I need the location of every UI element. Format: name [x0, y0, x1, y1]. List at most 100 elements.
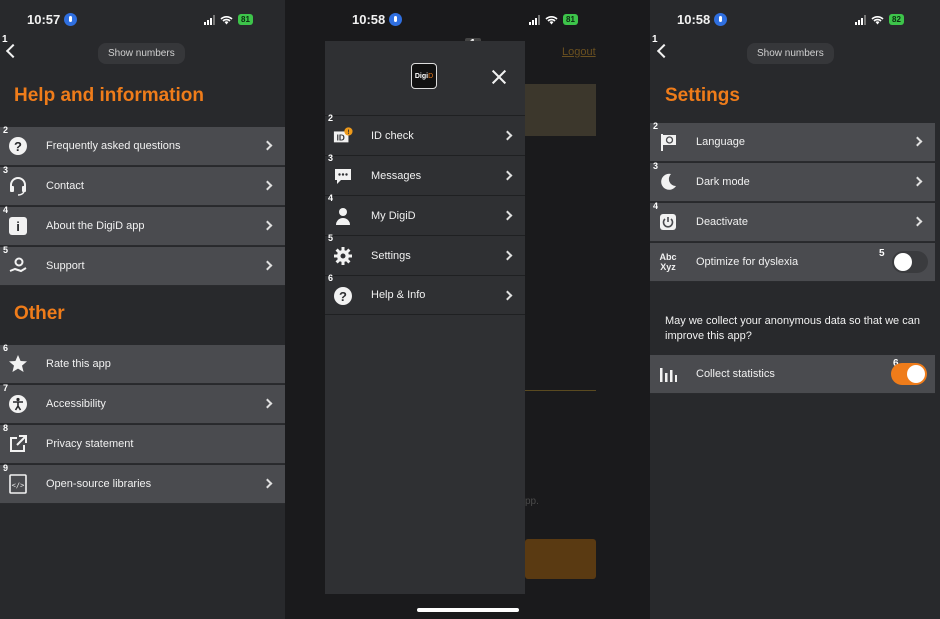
- contact-item[interactable]: 3 Contact: [0, 165, 285, 206]
- background-button: [525, 539, 596, 579]
- menu-item-label: ID check: [371, 129, 414, 142]
- chevron-right-icon: [502, 210, 513, 221]
- signal-icon: [855, 14, 866, 25]
- step-number: 2: [653, 121, 659, 131]
- statistics-question: May we collect your anonymous data so th…: [665, 315, 920, 342]
- microphone-icon: [64, 13, 78, 26]
- star-icon: [8, 354, 28, 374]
- collect-statistics-toggle[interactable]: [891, 363, 927, 385]
- clock: 10:57: [27, 12, 61, 27]
- chat-icon: [333, 166, 353, 186]
- menu-item-id-check[interactable]: 2 ID! ID check: [325, 113, 525, 155]
- info-icon: i: [8, 216, 28, 236]
- microphone-icon: [714, 13, 728, 26]
- dyslexia-icon-bottom: Xyz: [660, 262, 676, 272]
- privacy-item[interactable]: 8 Privacy statement: [0, 423, 285, 464]
- accessibility-label: Accessibility: [46, 398, 106, 410]
- menu-item-my-digid[interactable]: 4 My DigiD: [325, 193, 525, 235]
- svg-text:ID: ID: [337, 134, 345, 143]
- toggle-knob: [907, 365, 925, 383]
- battery-indicator: 82: [889, 14, 904, 25]
- rate-app-item[interactable]: 6 Rate this app: [0, 343, 285, 384]
- section-title-other: Other: [14, 303, 65, 324]
- wifi-icon: [220, 15, 233, 24]
- clock: 10:58: [677, 12, 711, 27]
- step-number: 3: [328, 153, 334, 163]
- about-item[interactable]: 4 i About the DigiD app: [0, 205, 285, 246]
- faq-item[interactable]: 2 ? Frequently asked questions: [0, 125, 285, 166]
- menu-item-label: Messages: [371, 169, 422, 182]
- help-screen: 10:57 81 1 Show numbers Help and informa…: [0, 0, 285, 619]
- person-icon: [333, 206, 353, 226]
- step-number: 6: [328, 273, 334, 283]
- show-numbers-button[interactable]: Show numbers: [747, 43, 834, 64]
- dark-mode-label: Dark mode: [696, 176, 750, 188]
- page-title: Settings: [665, 85, 740, 106]
- accessibility-item[interactable]: 7 Accessibility: [0, 383, 285, 424]
- microphone-icon: [389, 13, 403, 26]
- question-circle-icon: ?: [333, 286, 353, 306]
- about-label: About the DigiD app: [46, 220, 145, 232]
- back-button[interactable]: [655, 44, 669, 58]
- clock: 10:58: [352, 12, 386, 27]
- signal-icon: [204, 14, 215, 25]
- dyslexia-font-icon: Abc Xyz: [658, 252, 678, 272]
- step-number: 7: [3, 383, 9, 393]
- battery-indicator: 81: [238, 14, 253, 25]
- background-divider: [525, 390, 596, 391]
- support-label: Support: [46, 260, 85, 272]
- chevron-right-icon: [912, 136, 923, 147]
- dark-mode-item[interactable]: 3 Dark mode: [650, 161, 935, 202]
- chevron-right-icon: [502, 250, 513, 261]
- code-file-icon: </>: [8, 474, 28, 494]
- background-text: pp.: [525, 496, 539, 507]
- step-number: 6: [3, 343, 9, 353]
- digid-logo: Digi D: [411, 63, 437, 89]
- menu-item-messages[interactable]: 3 Messages: [325, 153, 525, 195]
- back-button[interactable]: [4, 44, 18, 58]
- svg-text:</>: </>: [12, 482, 25, 490]
- chevron-right-icon: [502, 170, 513, 181]
- power-icon: [658, 212, 678, 232]
- logo-text: Digi: [414, 72, 429, 80]
- question-circle-icon: ?: [8, 136, 28, 156]
- background-card: [525, 84, 596, 136]
- step-number: 3: [3, 165, 9, 175]
- support-item[interactable]: 5 Support: [0, 245, 285, 286]
- headset-icon: [8, 176, 28, 196]
- menu-item-label: Settings: [371, 249, 411, 262]
- dyslexia-toggle[interactable]: [892, 251, 928, 273]
- chevron-right-icon: [262, 180, 273, 191]
- step-number: 2: [3, 125, 9, 135]
- battery-indicator: 81: [563, 14, 578, 25]
- dyslexia-item[interactable]: Abc Xyz Optimize for dyslexia 5: [650, 243, 935, 282]
- chevron-right-icon: [912, 216, 923, 227]
- chevron-right-icon: [912, 176, 923, 187]
- deactivate-label: Deactivate: [696, 216, 748, 228]
- home-indicator[interactable]: [417, 608, 519, 612]
- chevron-right-icon: [262, 260, 273, 271]
- logout-link-background: Logout: [562, 46, 596, 58]
- step-number: 5: [3, 245, 9, 255]
- collect-statistics-label: Collect statistics: [696, 368, 775, 380]
- menu-item-label: Help & Info: [371, 289, 426, 301]
- show-numbers-button[interactable]: Show numbers: [98, 43, 185, 64]
- language-item[interactable]: 2 Language: [650, 121, 935, 162]
- status-bar: 10:57 81: [0, 10, 285, 30]
- bar-chart-icon: [658, 364, 678, 384]
- chevron-right-icon: [502, 290, 513, 301]
- menu-item-help-info[interactable]: 6 ? Help & Info: [325, 273, 525, 315]
- step-number: 4: [3, 205, 9, 215]
- deactivate-item[interactable]: 4 Deactivate: [650, 201, 935, 242]
- step-number: 5: [328, 233, 334, 243]
- chevron-right-icon: [262, 478, 273, 489]
- open-source-item[interactable]: 9 </> Open-source libraries: [0, 463, 285, 504]
- language-label: Language: [696, 136, 745, 148]
- page-title: Help and information: [14, 85, 204, 106]
- collect-statistics-item[interactable]: Collect statistics 6: [650, 355, 935, 394]
- moon-icon: [658, 172, 678, 192]
- chevron-right-icon: [262, 220, 273, 231]
- open-source-label: Open-source libraries: [46, 478, 152, 490]
- menu-item-settings[interactable]: 5 Settings: [325, 233, 525, 275]
- close-icon[interactable]: [491, 69, 507, 85]
